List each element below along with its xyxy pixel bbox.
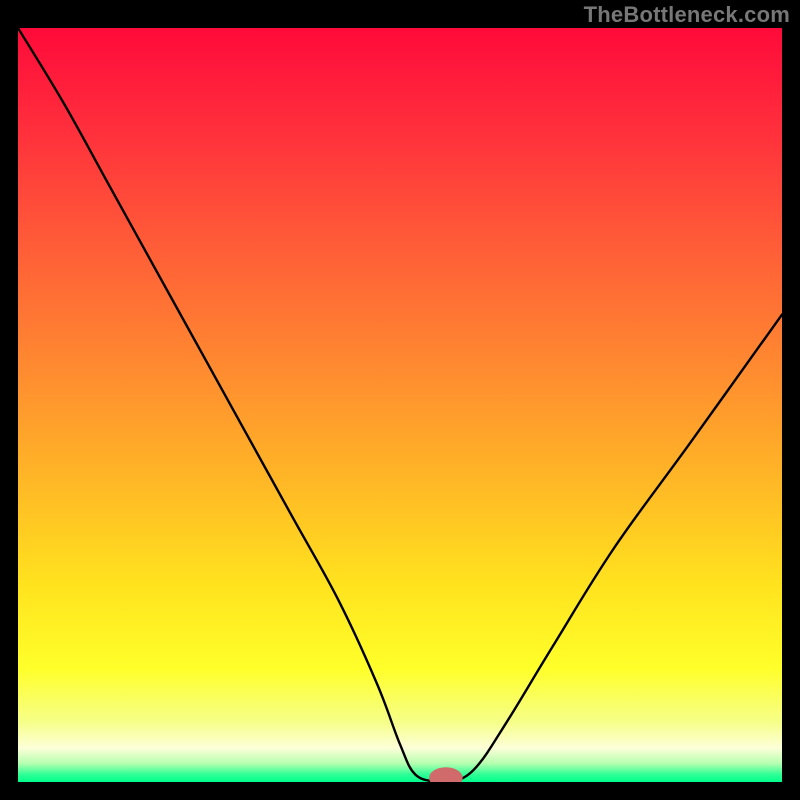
watermark-text: TheBottleneck.com <box>584 2 790 28</box>
chart-svg <box>18 28 782 782</box>
gradient-background <box>18 28 782 782</box>
plot-area <box>18 28 782 782</box>
chart-container: TheBottleneck.com <box>0 0 800 800</box>
